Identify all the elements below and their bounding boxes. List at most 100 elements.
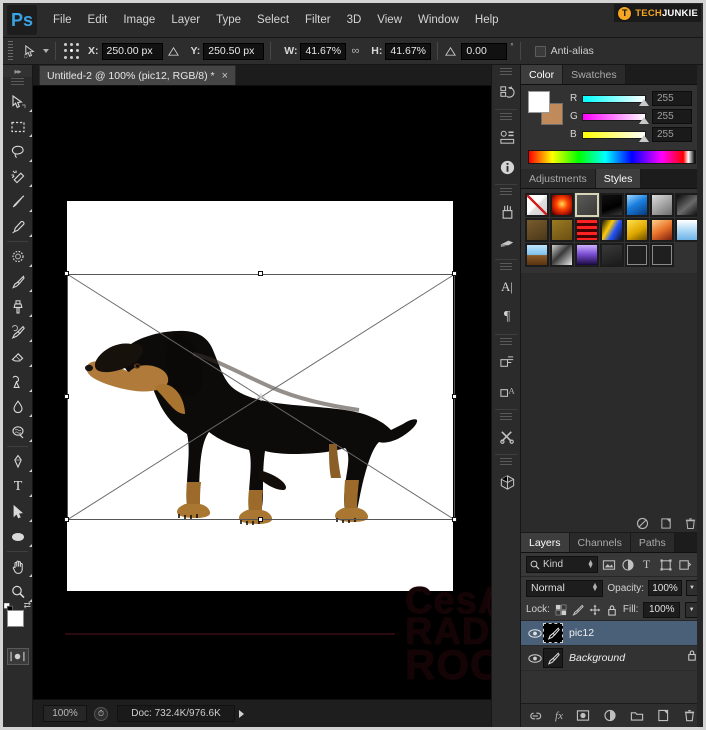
outline-square-2-style[interactable] <box>650 243 674 267</box>
anti-alias-checkbox[interactable] <box>534 45 546 57</box>
close-icon[interactable]: × <box>222 70 228 82</box>
red-glow-style[interactable] <box>550 193 574 217</box>
layer-visibility-icon[interactable] <box>526 628 543 639</box>
toolbar-collapse-button[interactable]: ▸▸ <box>3 65 32 77</box>
black-splatter-style[interactable] <box>600 193 624 217</box>
ref-point-bc[interactable] <box>69 55 73 59</box>
tab-channels[interactable]: Channels <box>569 533 631 552</box>
history-icon[interactable] <box>492 77 522 107</box>
menu-help[interactable]: Help <box>467 11 507 29</box>
tool-type[interactable]: T <box>3 474 33 499</box>
dock-grip-4[interactable] <box>500 263 512 271</box>
blue-gel-style[interactable] <box>625 193 649 217</box>
transform-handle-top-right[interactable] <box>452 271 457 276</box>
toolbar-grip[interactable] <box>11 78 24 87</box>
color-spectrum-ramp[interactable] <box>528 150 696 164</box>
colorful-splash-style[interactable] <box>600 218 624 242</box>
tool-path-selection[interactable] <box>3 499 33 524</box>
gold-texture-style[interactable] <box>550 218 574 242</box>
ref-point-tr[interactable] <box>76 43 80 47</box>
brown-texture-style[interactable] <box>525 218 549 242</box>
ref-point-mr[interactable] <box>76 49 80 53</box>
menu-view[interactable]: View <box>369 11 410 29</box>
tool-dodge[interactable] <box>3 419 33 444</box>
menu-edit[interactable]: Edit <box>80 11 116 29</box>
menu-file[interactable]: File <box>45 11 80 29</box>
link-layers-button[interactable] <box>528 710 542 722</box>
lock-all-icon[interactable] <box>606 604 618 616</box>
ref-point-br[interactable] <box>76 55 80 59</box>
filter-type-icon[interactable]: T <box>638 556 655 573</box>
menu-filter[interactable]: Filter <box>297 11 339 29</box>
lock-transparency-icon[interactable] <box>555 604 567 616</box>
layer-style-button[interactable]: fx <box>555 710 563 722</box>
tab-color[interactable]: Color <box>521 65 564 84</box>
filter-pixel-icon[interactable] <box>600 556 617 573</box>
fill-value[interactable]: 100% <box>643 601 681 618</box>
transform-handle-middle-left[interactable] <box>64 394 69 399</box>
transform-handle-top-center[interactable] <box>258 271 263 276</box>
default-none-style[interactable] <box>525 193 549 217</box>
tool-presets-icon[interactable] <box>492 422 522 452</box>
new-layer-header-icon[interactable] <box>660 517 673 530</box>
menu-type[interactable]: Type <box>208 11 249 29</box>
tab-paths[interactable]: Paths <box>630 533 675 552</box>
quick-mask-button[interactable] <box>6 648 29 665</box>
menu-image[interactable]: Image <box>115 11 163 29</box>
b-value[interactable]: 255 <box>652 127 692 142</box>
noise-texture-style[interactable] <box>550 243 574 267</box>
r-slider-thumb[interactable] <box>639 98 649 106</box>
layer-row-pic12[interactable]: pic12 <box>521 621 703 646</box>
adjustment-layer-button[interactable] <box>603 709 617 722</box>
dock-grip-5[interactable] <box>500 338 512 346</box>
menu-layer[interactable]: Layer <box>163 11 208 29</box>
character-styles-icon[interactable] <box>492 347 522 377</box>
ref-point-center[interactable] <box>69 49 73 53</box>
blend-mode-stepper-icon[interactable]: ▲ ▼ <box>591 582 598 593</box>
tool-marquee[interactable] <box>3 114 33 139</box>
dock-grip-2[interactable] <box>500 113 512 121</box>
tool-crop[interactable] <box>3 189 33 214</box>
tool-quick-selection[interactable] <box>3 164 33 189</box>
status-menu-arrow-icon[interactable] <box>239 709 244 718</box>
filter-shape-icon[interactable] <box>657 556 674 573</box>
transform-bounding-box[interactable] <box>64 271 457 522</box>
tool-gradient[interactable] <box>3 369 33 394</box>
transform-handle-middle-right[interactable] <box>452 394 457 399</box>
new-group-button[interactable] <box>630 710 644 722</box>
filter-kind-stepper-icon[interactable]: ▲ ▼ <box>587 559 594 570</box>
layer-thumbnail[interactable] <box>543 648 563 668</box>
options-bar-grip[interactable] <box>6 41 15 61</box>
opacity-value[interactable]: 100% <box>648 580 682 596</box>
red-stripes-style[interactable] <box>575 218 599 242</box>
transform-handle-bottom-right[interactable] <box>452 517 457 522</box>
actions-icon[interactable] <box>492 122 522 152</box>
layer-mask-button[interactable] <box>576 709 590 722</box>
empty-style[interactable] <box>675 243 699 267</box>
dock-grip[interactable] <box>500 68 512 76</box>
width-input[interactable]: 41.67% <box>300 42 347 60</box>
3d-icon[interactable] <box>492 467 522 497</box>
tool-brush[interactable] <box>3 269 33 294</box>
tab-layers[interactable]: Layers <box>521 533 570 552</box>
tool-preset-chevron-down-icon[interactable] <box>43 49 49 53</box>
tool-pen[interactable] <box>3 449 33 474</box>
tool-eyedropper[interactable] <box>3 214 33 239</box>
lock-image-icon[interactable] <box>572 604 584 616</box>
brush-settings-icon[interactable] <box>492 227 522 257</box>
dock-grip-6[interactable] <box>500 413 512 421</box>
x-input[interactable]: 250.00 px <box>101 42 163 60</box>
paragraph-icon[interactable]: ¶ <box>492 302 522 332</box>
info-icon[interactable] <box>492 152 522 182</box>
blend-mode-select[interactable]: Normal ▲ ▼ <box>526 579 604 597</box>
paragraph-styles-icon[interactable]: A <box>492 377 522 407</box>
ref-point-bl[interactable] <box>63 55 67 59</box>
y-input[interactable]: 250.50 px <box>203 42 265 60</box>
document-tab[interactable]: Untitled-2 @ 100% (pic12, RGB/8) * × <box>39 65 237 85</box>
purple-gradient-style[interactable] <box>575 243 599 267</box>
gray-bevel-style[interactable] <box>575 193 599 217</box>
layer-row-background[interactable]: Background <box>521 646 703 671</box>
light-blue-style[interactable] <box>675 218 699 242</box>
layer-thumbnail[interactable] <box>543 623 563 643</box>
b-slider-thumb[interactable] <box>639 134 649 142</box>
